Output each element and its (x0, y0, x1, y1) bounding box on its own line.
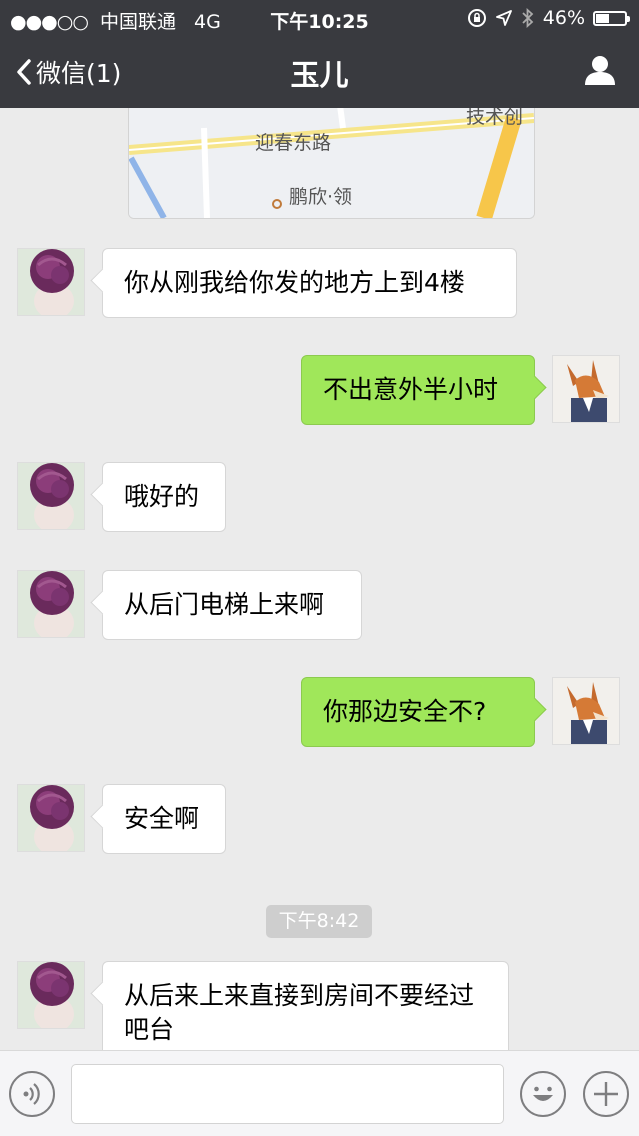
map-label: 迎春东路 (255, 132, 332, 154)
more-button[interactable] (583, 1071, 629, 1117)
contact-avatar[interactable] (17, 784, 85, 852)
rose-avatar-image (18, 249, 84, 315)
chat-area[interactable]: 迎春东路 技术创 鹏欣·领 你从刚我给你发的地方上到4楼 不出意外半小时 哦好的… (0, 108, 639, 1050)
top-bar: ●●●○○ 中国联通 4G 下午10:25 46% 微信(1) 玉儿 (0, 0, 639, 108)
orientation-lock-icon (467, 9, 486, 27)
fox-avatar-image (553, 356, 619, 422)
battery-percent: 46% (542, 7, 585, 29)
my-avatar[interactable] (552, 355, 620, 423)
message-text: 不出意外半小时 (323, 375, 499, 404)
message-bubble-outgoing[interactable]: 不出意外半小时 (301, 355, 535, 425)
emoji-button[interactable] (520, 1071, 566, 1117)
message-text: 哦好的 (124, 482, 200, 511)
battery-icon (593, 10, 630, 26)
status-right: 46% (467, 7, 630, 29)
message-text: 你从刚我给你发的地方上到4楼 (124, 268, 465, 297)
input-bar (0, 1050, 639, 1136)
message-bubble-outgoing[interactable]: 你那边安全不? (301, 677, 535, 747)
my-avatar[interactable] (552, 677, 620, 745)
message-bubble-incoming[interactable]: 从后来上来直接到房间不要经过吧台 (102, 961, 509, 1050)
message-text: 安全啊 (124, 804, 200, 833)
chat-info-button[interactable] (583, 54, 617, 90)
voice-button[interactable] (9, 1071, 55, 1117)
map-label: 鹏欣·领 (289, 186, 353, 208)
emoji-icon (533, 1086, 553, 1101)
contact-avatar[interactable] (17, 248, 85, 316)
timestamp-chip: 下午8:42 (266, 905, 372, 938)
chat-title: 玉儿 (290, 58, 349, 92)
map-label: 技术创 (466, 108, 524, 128)
rose-avatar-image (18, 571, 84, 637)
rose-avatar-image (18, 785, 84, 851)
location-map-preview[interactable]: 迎春东路 技术创 鹏欣·领 (128, 108, 535, 219)
fox-avatar-image (553, 678, 619, 744)
plus-icon (594, 1082, 618, 1106)
bluetooth-icon (522, 8, 534, 28)
contact-avatar[interactable] (17, 961, 85, 1029)
message-bubble-incoming[interactable]: 哦好的 (102, 462, 226, 532)
message-text: 你那边安全不? (323, 697, 487, 726)
voice-icon (23, 1083, 40, 1105)
message-bubble-incoming[interactable]: 你从刚我给你发的地方上到4楼 (102, 248, 517, 318)
message-bubble-incoming[interactable]: 安全啊 (102, 784, 226, 854)
nav-bar: 微信(1) 玉儿 (0, 36, 639, 108)
location-arrow-icon (495, 10, 512, 26)
message-text: 从后门电梯上来啊 (124, 590, 325, 619)
message-bubble-incoming[interactable]: 从后门电梯上来啊 (102, 570, 362, 640)
contact-avatar[interactable] (17, 462, 85, 530)
rose-avatar-image (18, 463, 84, 529)
rose-avatar-image (18, 962, 84, 1028)
contact-avatar[interactable] (17, 570, 85, 638)
profile-icon (585, 56, 615, 85)
message-text: 从后来上来直接到房间不要经过吧台 (124, 981, 475, 1044)
message-input[interactable] (71, 1064, 504, 1124)
status-bar: ●●●○○ 中国联通 4G 下午10:25 46% (0, 0, 639, 36)
